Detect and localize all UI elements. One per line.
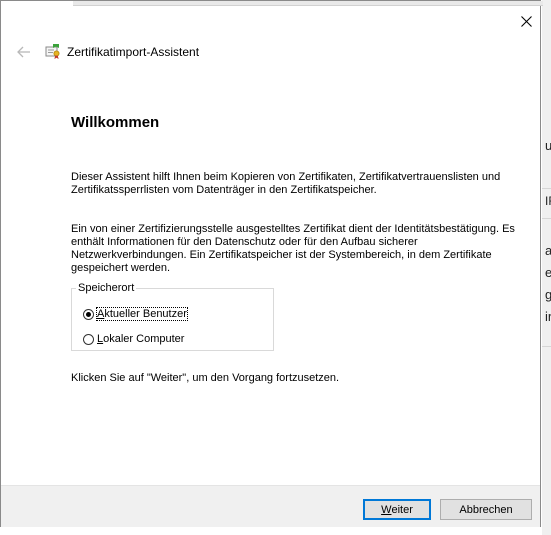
window-title: Zertifikatimport-Assistent	[67, 45, 200, 59]
certificate-icon	[45, 44, 60, 59]
button-bar: Weiter Abbrechen	[1, 485, 540, 527]
back-button[interactable]	[13, 41, 35, 63]
radio-button[interactable]	[83, 333, 94, 345]
background-divider	[542, 188, 551, 189]
close-button[interactable]	[511, 7, 541, 35]
cancel-button[interactable]: Abbrechen	[440, 499, 532, 520]
storage-location-legend: Speicherort	[78, 282, 135, 294]
background-divider	[542, 218, 551, 219]
background-text-fragment: u	[545, 138, 551, 153]
next-button[interactable]: Weiter	[363, 499, 431, 520]
certificate-import-wizard-window: Zertifikatimport-Assistent Willkommen Di…	[0, 0, 543, 527]
background-text-fragment: e-	[545, 265, 551, 280]
radio-current-user-label: Aktueller Benutzer	[96, 307, 188, 321]
continue-hint: Klicken Sie auf "Weiter", um den Vorgang…	[71, 372, 340, 384]
window-title-strip	[73, 1, 543, 6]
background-text-fragment: ir	[545, 309, 551, 324]
background-text-fragment: g	[545, 287, 551, 302]
background-text-fragment: a	[545, 243, 551, 258]
radio-current-user[interactable]: Aktueller Benutzer	[83, 307, 188, 321]
background-divider	[542, 346, 551, 347]
storage-location-group: Speicherort Aktueller Benutzer Lokaler C…	[71, 282, 274, 351]
close-icon	[520, 15, 532, 27]
arrow-left-icon	[17, 46, 30, 58]
radio-local-computer[interactable]: Lokaler Computer	[83, 333, 184, 345]
radio-button-selected[interactable]	[83, 308, 94, 320]
background-text-fragment: IF	[545, 194, 551, 208]
description-text: Ein von einer Zertifizierungsstelle ausg…	[71, 223, 515, 274]
radio-local-computer-label: Lokaler Computer	[97, 333, 185, 345]
intro-text: Dieser Assistent hilft Ihnen beim Kopier…	[71, 171, 501, 196]
page-heading: Willkommen	[71, 114, 160, 131]
